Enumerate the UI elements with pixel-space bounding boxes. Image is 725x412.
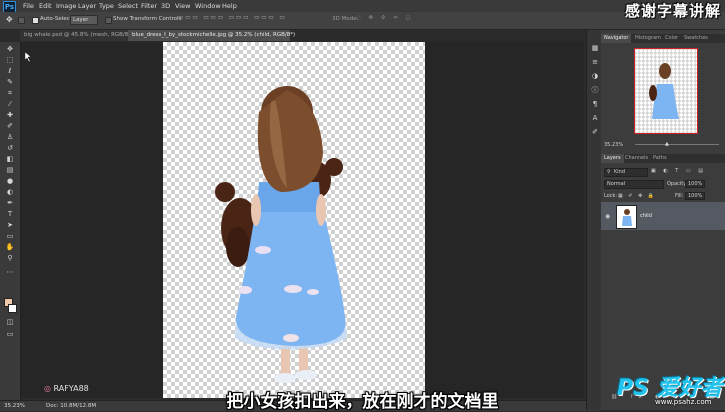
child-cutout-image xyxy=(215,86,347,383)
history-brush-icon[interactable]: ↺ xyxy=(4,144,16,152)
filter-icons[interactable]: ▣ ◐ T ▭ ▤ xyxy=(651,168,706,174)
history-panel-icon[interactable]: ▦ xyxy=(589,44,601,52)
cursor-arrow-icon xyxy=(25,52,32,62)
auto-select-dropdown[interactable]: Layer xyxy=(70,15,98,25)
path-select-icon[interactable]: ➤ xyxy=(4,221,16,229)
navigator-thumbnail xyxy=(649,63,679,119)
document-canvas[interactable] xyxy=(163,42,425,398)
tab-histogram[interactable]: Histogram xyxy=(632,34,664,43)
tool-preset-dropdown[interactable] xyxy=(18,17,25,24)
background-color-swatch[interactable] xyxy=(8,304,17,313)
more-tools-icon[interactable]: ⋯ xyxy=(4,268,16,276)
zoom-slider-handle[interactable]: ▲ xyxy=(665,141,669,147)
tab-swatches[interactable]: Swatches xyxy=(681,34,711,43)
fill-field[interactable]: 100% xyxy=(685,192,706,200)
layer-filter-dropdown[interactable]: ⚲ Kind xyxy=(604,168,648,177)
tab-navigator[interactable]: Navigator xyxy=(601,34,632,43)
quick-mask-icon[interactable]: ◫ xyxy=(4,318,16,326)
show-transform-checkbox[interactable] xyxy=(105,17,112,24)
brush-icon[interactable]: ✐ xyxy=(4,122,16,130)
tab-big-whale[interactable]: big whale.psd @ 45.8% (mesh, RGB/8) xyxy=(20,30,131,41)
tab-blue-dress[interactable]: blue_dress_I_by_stockmichelle.jpg @ 35.2… xyxy=(128,30,295,41)
auto-select-checkbox[interactable] xyxy=(32,17,39,24)
eye-icon[interactable]: ◉ xyxy=(605,213,610,220)
options-bar: ✥ Auto-Select: Layer Show Transform Cont… xyxy=(0,12,725,30)
tools-panel: ✥ ⬚ ℓ ✎ ⌗ ⁄ ✚ ✐ ♙ ↺ ◧ ▤ ● ◐ ✒ T ➤ ▭ ✋ ⚲ … xyxy=(0,42,21,410)
eraser-icon[interactable]: ◧ xyxy=(4,155,16,163)
menu-select[interactable]: Select xyxy=(118,2,138,10)
opacity-field[interactable]: 100% xyxy=(685,180,706,188)
menu-image[interactable]: Image xyxy=(56,2,76,10)
marquee-icon[interactable]: ⬚ xyxy=(4,56,16,64)
dodge-icon[interactable]: ◐ xyxy=(4,188,16,196)
collapsed-panel-dock: ▦ ≡ ◑ ⓘ ¶ A ✐ xyxy=(586,30,602,410)
lasso-icon[interactable]: ℓ xyxy=(4,67,16,75)
healing-icon[interactable]: ✚ xyxy=(4,111,16,119)
lock-label: Lock: xyxy=(604,193,618,199)
tab-label: blue_dress_I_by_stockmichelle.jpg @ 35.2… xyxy=(132,32,296,38)
menu-help[interactable]: Help xyxy=(222,2,237,10)
crop-icon[interactable]: ⌗ xyxy=(4,89,16,97)
menu-filter[interactable]: Filter xyxy=(141,2,157,10)
menu-3d[interactable]: 3D xyxy=(161,2,170,10)
tab-label: big whale.psd @ 45.8% (mesh, RGB/8) xyxy=(24,32,131,38)
stamp-icon[interactable]: ♙ xyxy=(4,133,16,141)
tab-color[interactable]: Color xyxy=(662,34,681,43)
site-watermark-url: www.psahz.com xyxy=(655,398,712,406)
blur-icon[interactable]: ● xyxy=(4,177,16,185)
menu-file[interactable]: File xyxy=(23,2,34,10)
blend-mode-dropdown[interactable]: Normal xyxy=(604,180,664,189)
layer-thumbnail-image xyxy=(622,209,632,226)
3d-mode-icons[interactable]: ◌ ✥ ✣ ⇔ ◻ xyxy=(356,15,413,21)
tab-channels[interactable]: Channels xyxy=(622,154,651,163)
layer-row[interactable]: ◉ child xyxy=(601,202,725,230)
type-icon[interactable]: T xyxy=(4,210,16,218)
navigator-preview[interactable] xyxy=(634,48,698,134)
menu-window[interactable]: Window xyxy=(195,2,221,10)
menu-layer[interactable]: Layer xyxy=(78,2,96,10)
screen-mode-icon[interactable]: ▭ xyxy=(4,330,16,338)
mode-3d-label: 3D Mode: xyxy=(332,16,359,22)
show-transform-label: Show Transform Controls xyxy=(113,16,182,22)
navigator-zoom[interactable]: 35.23% xyxy=(604,142,623,148)
menu-type[interactable]: Type xyxy=(99,2,114,10)
shape-icon[interactable]: ▭ xyxy=(4,232,16,240)
search-icon: ⚲ xyxy=(607,169,611,175)
pen-icon[interactable]: ✒ xyxy=(4,199,16,207)
info-panel-icon[interactable]: ⓘ xyxy=(589,86,601,94)
eyedropper-icon[interactable]: ⁄ xyxy=(4,100,16,108)
menu-edit[interactable]: Edit xyxy=(39,2,52,10)
panels-area: Navigator Histogram Color Swatches 35.23… xyxy=(601,30,725,410)
layers-tabbar: Layers Channels Paths xyxy=(601,154,725,163)
hand-icon[interactable]: ✋ xyxy=(4,243,16,251)
lock-icons[interactable]: ▦ ✐ ✥ 🔒 xyxy=(618,193,656,199)
properties-panel-icon[interactable]: ≡ xyxy=(589,58,601,66)
caption-credit: 感谢字幕讲解 xyxy=(624,2,721,20)
zoom-icon[interactable]: ⚲ xyxy=(4,254,16,262)
document-tab-bar: big whale.psd @ 45.8% (mesh, RGB/8) blue… xyxy=(20,30,598,42)
align-buttons-icon[interactable]: ▭▭▭ ▭▭▭ ▭▭▭ ▭▭▭ ▭ xyxy=(178,15,287,21)
layer-thumbnail xyxy=(616,205,637,229)
brush-panel-icon[interactable]: ✐ xyxy=(589,128,601,136)
quick-select-icon[interactable]: ✎ xyxy=(4,78,16,86)
fill-label: Fill: xyxy=(675,193,684,199)
navigator-tabbar: Navigator Histogram Color Swatches xyxy=(601,34,725,43)
adjustments-panel-icon[interactable]: ◑ xyxy=(589,72,601,80)
tab-layers[interactable]: Layers xyxy=(601,154,624,163)
move-icon[interactable]: ✥ xyxy=(4,45,16,53)
menu-view[interactable]: View xyxy=(175,2,190,10)
character-panel-icon[interactable]: A xyxy=(589,114,601,122)
blend-mode-value: Normal xyxy=(607,181,626,187)
paragraph-panel-icon[interactable]: ¶ xyxy=(589,100,601,108)
gradient-icon[interactable]: ▤ xyxy=(4,166,16,174)
layer-name[interactable]: child xyxy=(640,213,652,219)
auto-select-label: Auto-Select: xyxy=(40,16,74,22)
move-tool-icon[interactable]: ✥ xyxy=(6,15,13,24)
tab-paths[interactable]: Paths xyxy=(650,154,670,163)
filter-kind-label: Kind xyxy=(614,169,626,175)
navigator-zoom-slider[interactable] xyxy=(635,144,719,145)
